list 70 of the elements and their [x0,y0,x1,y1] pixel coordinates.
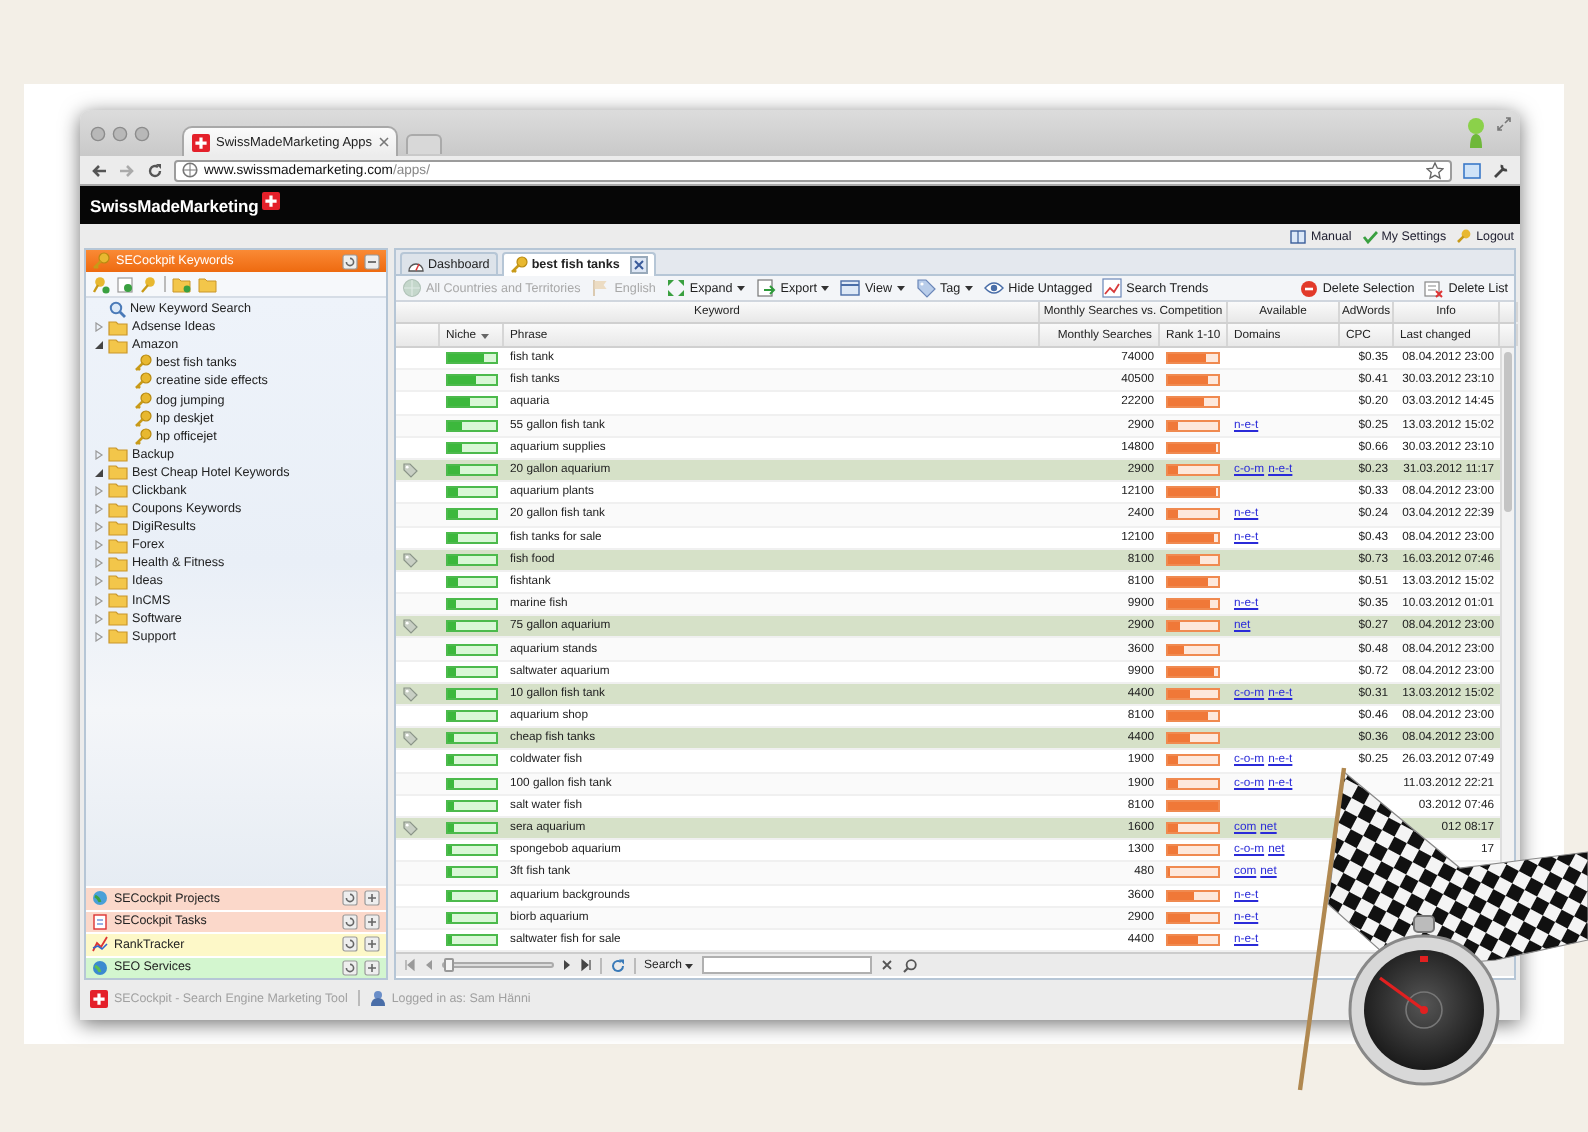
last-page-icon[interactable] [580,958,592,972]
expand-icon [665,278,686,298]
refresh-icon[interactable] [342,936,358,953]
sort-icon [479,331,490,339]
swiss-flag-icon [192,133,210,151]
add-folder-icon[interactable] [172,275,192,293]
reload-icon[interactable] [146,161,164,179]
slider-thumb[interactable] [444,958,454,972]
window-minimize-icon[interactable] [112,125,128,141]
key-icon [134,372,152,391]
check-icon [1361,229,1378,243]
profile-icon [1466,116,1486,148]
add-icon[interactable] [364,890,380,907]
close-icon [631,258,646,272]
user-icon [369,990,386,1006]
globe-icon [402,278,422,298]
view-icon [840,278,861,298]
refresh-icon[interactable] [342,890,358,907]
new-tab-button[interactable] [406,134,442,154]
globe-icon [92,890,108,907]
key-icon [509,256,528,274]
page-icon [182,162,198,178]
search-icon[interactable] [902,957,919,973]
key-icon [134,427,152,446]
forward-icon[interactable] [118,161,136,179]
flag-icon [590,278,611,298]
window-close-icon[interactable] [90,125,106,141]
key-icon [92,252,110,270]
refresh-icon[interactable] [342,253,358,269]
close-icon[interactable] [378,136,391,148]
page-slider[interactable] [442,962,554,968]
close-button[interactable] [629,256,648,274]
chart-icon [92,936,108,953]
dashboard-icon [408,257,424,271]
edit-key-icon[interactable] [140,275,158,293]
key-icon [134,391,152,410]
add-icon[interactable] [364,913,380,930]
search-field[interactable] [702,956,873,974]
scrollbar-thumb[interactable] [1504,352,1512,512]
wrench-icon[interactable] [1492,161,1510,179]
search-icon [108,300,126,319]
refresh-icon[interactable] [342,913,358,930]
collapse-icon[interactable] [364,253,380,269]
fullscreen-icon[interactable] [1496,116,1512,132]
extension-icon[interactable] [1462,161,1482,179]
caret-icon [684,961,695,969]
refresh-icon[interactable] [610,957,626,973]
next-page-icon[interactable] [562,958,572,972]
refresh-icon[interactable] [342,959,358,976]
book-icon [1290,229,1307,243]
star-icon[interactable] [1426,161,1444,179]
key-icon [1456,228,1473,244]
tasks-icon [92,913,108,930]
key-icon [134,409,152,428]
first-page-icon[interactable] [404,958,416,972]
expander-icon[interactable] [93,467,103,478]
add-key-icon[interactable] [92,275,110,293]
globe-icon [92,959,108,976]
swiss-flag-icon [262,191,281,209]
add-icon[interactable] [364,959,380,976]
expander-icon[interactable] [93,340,103,351]
swiss-flag-icon [90,989,108,1007]
brand-logo: SwissMadeMarketing [90,195,259,215]
previous-page-icon[interactable] [424,958,434,972]
back-icon[interactable] [90,161,108,179]
add-icon[interactable] [364,936,380,953]
key-icon [134,354,152,373]
window-zoom-icon[interactable] [134,125,150,141]
clear-icon[interactable] [880,958,895,972]
key-search-icon[interactable] [116,275,134,293]
